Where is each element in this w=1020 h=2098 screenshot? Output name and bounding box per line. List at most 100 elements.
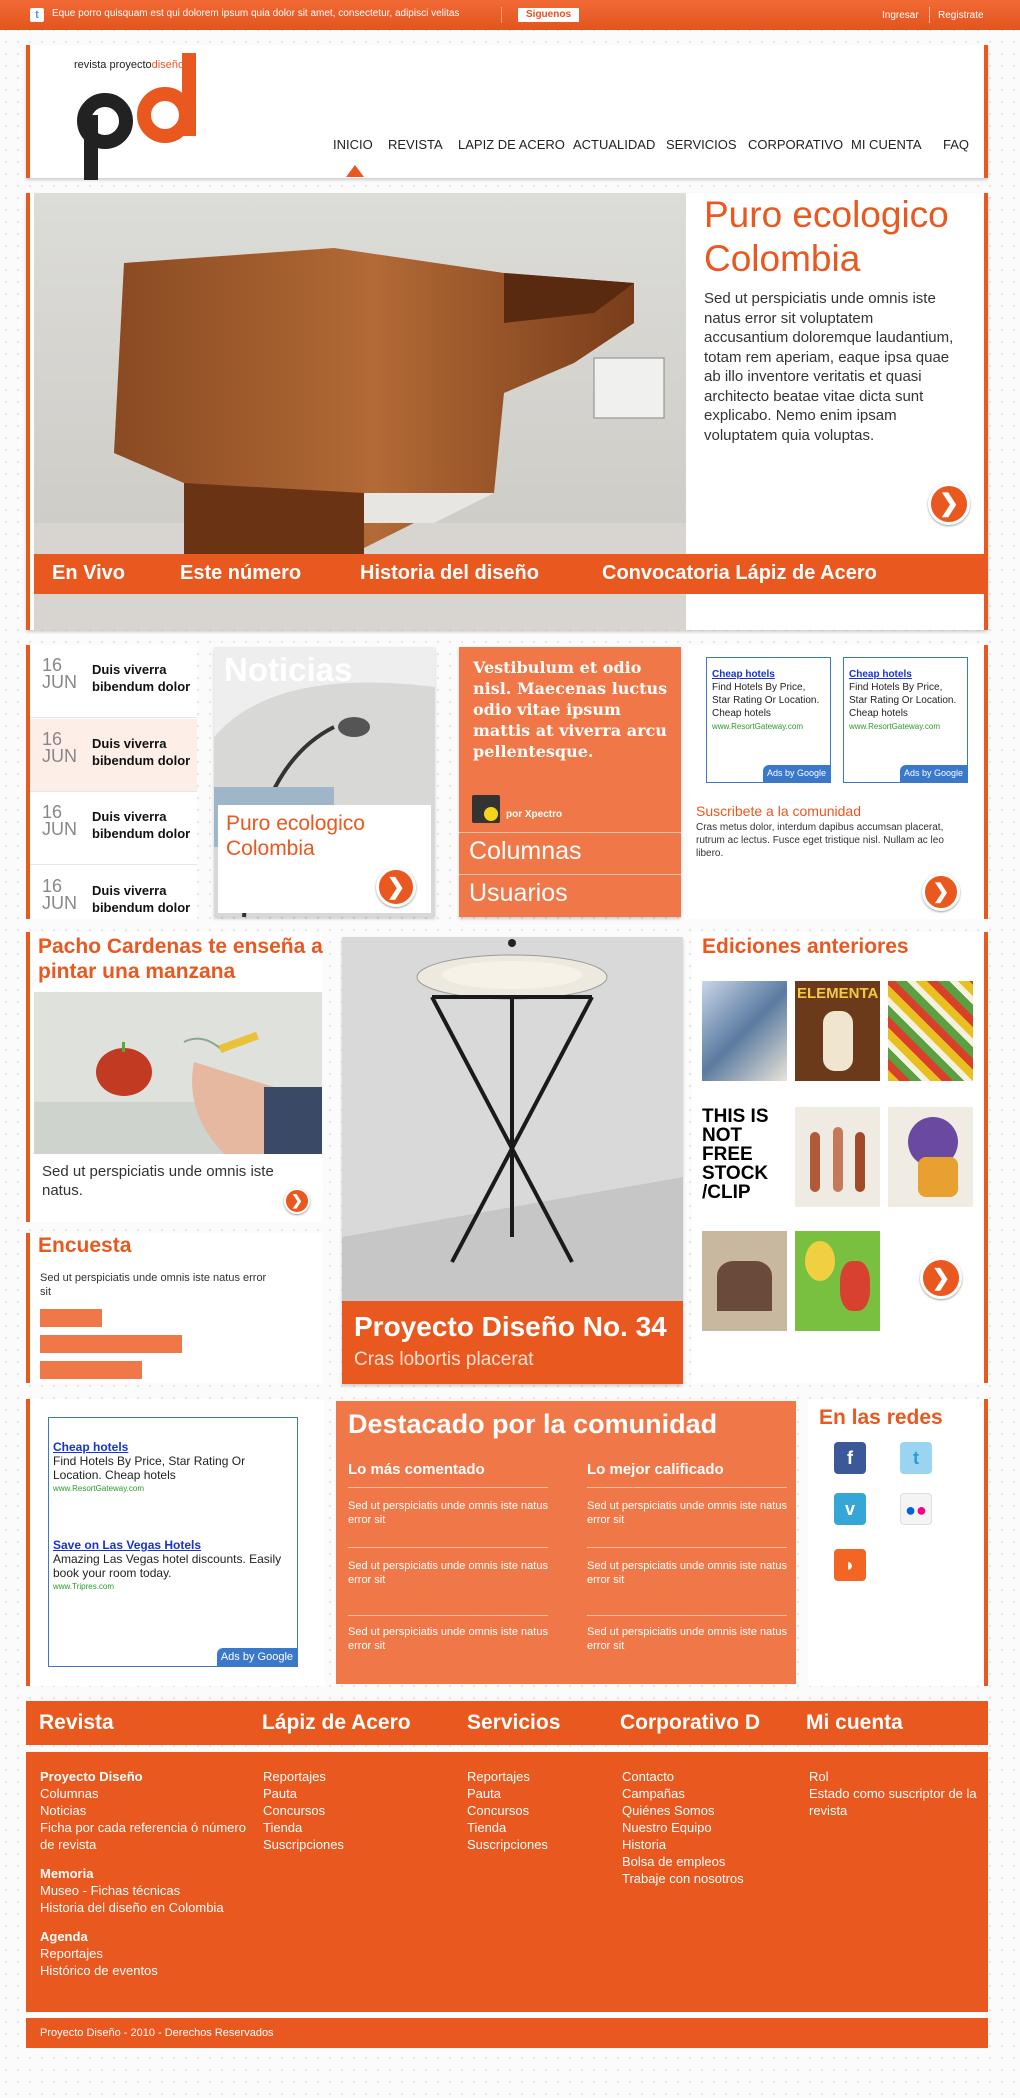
list-item[interactable]: 16 JUN Duis viverra bibendum dolor xyxy=(30,792,197,865)
edition-thumb[interactable] xyxy=(795,1231,880,1331)
footer-heading[interactable]: Corporativo D xyxy=(620,1711,760,1735)
footer-link[interactable]: Estado como suscriptor de la revista xyxy=(809,1785,979,1819)
nav-mi-cuenta[interactable]: MI CUENTA xyxy=(851,137,922,152)
ad-box[interactable]: Cheap hotels Find Hotels By Price, Star … xyxy=(843,657,968,783)
footer-link[interactable]: Reportajes xyxy=(263,1768,443,1785)
footer-link[interactable]: Histórico de eventos xyxy=(40,1962,255,1979)
destacado-item[interactable]: Sed ut perspiciatis unde omnis iste natu… xyxy=(587,1625,787,1653)
edition-thumb[interactable] xyxy=(795,1107,880,1207)
subscribe-button[interactable]: ❯ xyxy=(922,873,960,911)
footer-link[interactable]: Reportajes xyxy=(467,1768,607,1785)
footer-heading[interactable]: Lápiz de Acero xyxy=(262,1711,411,1735)
nav-faq[interactable]: FAQ xyxy=(943,137,969,152)
footer-link[interactable]: Tienda xyxy=(467,1819,607,1836)
footer-link[interactable]: Noticias xyxy=(40,1802,255,1819)
poll-bar[interactable] xyxy=(40,1361,142,1379)
poll-bar[interactable] xyxy=(40,1309,102,1327)
destacado-item[interactable]: Sed ut perspiciatis unde omnis iste natu… xyxy=(587,1559,787,1587)
ad-box[interactable]: Cheap hotels Find Hotels By Price, Star … xyxy=(48,1417,298,1667)
usuarios-link[interactable]: Usuarios xyxy=(469,879,568,908)
ediciones-title[interactable]: Ediciones anteriores xyxy=(702,934,909,959)
facebook-icon[interactable]: f xyxy=(834,1442,866,1474)
footer-link[interactable]: Historia xyxy=(622,1836,802,1853)
tab-convocatoria[interactable]: Convocatoria Lápiz de Acero xyxy=(602,562,877,585)
issue-card[interactable]: Proyecto Diseño No. 34 Cras lobortis pla… xyxy=(342,937,683,1384)
footer-heading[interactable]: Revista xyxy=(39,1711,114,1735)
footer-link[interactable]: Bolsa de empleos xyxy=(622,1853,802,1870)
hero-next-button[interactable]: ❯ xyxy=(928,483,970,525)
tab-historia-del-diseno[interactable]: Historia del diseño xyxy=(360,562,539,585)
footer-link[interactable]: Quiénes Somos xyxy=(622,1802,802,1819)
destacado-item[interactable]: Sed ut perspiciatis unde omnis iste natu… xyxy=(587,1499,787,1527)
nav-corporativo[interactable]: CORPORATIVO xyxy=(748,137,843,152)
edition-thumb[interactable] xyxy=(888,981,973,1081)
quote-author[interactable]: por Xpectro xyxy=(506,809,562,820)
ads-by-google[interactable]: Ads by Google xyxy=(216,1648,297,1666)
edition-thumb[interactable] xyxy=(702,981,787,1081)
vimeo-icon[interactable]: v xyxy=(834,1493,866,1525)
poll-bar[interactable] xyxy=(40,1335,182,1353)
footer-link[interactable]: Trabaje con nosotros xyxy=(622,1870,802,1887)
destacado-item[interactable]: Sed ut perspiciatis unde omnis iste natu… xyxy=(348,1499,548,1527)
nav-actualidad[interactable]: ACTUALIDAD xyxy=(573,137,655,152)
noticias-caption[interactable]: Puro ecologico Colombia xyxy=(226,811,376,861)
nav-lapiz-de-acero[interactable]: LAPIZ DE ACERO xyxy=(458,137,565,152)
nav-inicio[interactable]: INICIO xyxy=(333,137,373,152)
issue-title[interactable]: Proyecto Diseño No. 34 xyxy=(354,1311,667,1343)
subscribe-title[interactable]: Suscribete a la comunidad xyxy=(696,803,861,819)
ediciones-next-button[interactable]: ❯ xyxy=(920,1257,962,1299)
tab-en-vivo[interactable]: En Vivo xyxy=(52,562,125,585)
register-link[interactable]: Registrate xyxy=(938,10,984,21)
login-link[interactable]: Ingresar xyxy=(882,10,919,21)
tutorial-next-button[interactable]: ❯ xyxy=(284,1188,310,1214)
pd-logo[interactable] xyxy=(70,53,210,183)
footer-link[interactable]: Agenda xyxy=(40,1928,255,1945)
footer-heading[interactable]: Servicios xyxy=(467,1711,560,1735)
footer-link[interactable]: Pauta xyxy=(467,1785,607,1802)
ad-title[interactable]: Cheap hotels xyxy=(53,1440,128,1454)
destacado-item[interactable]: Sed ut perspiciatis unde omnis iste natu… xyxy=(348,1625,548,1653)
edition-thumb[interactable] xyxy=(888,1107,973,1207)
ad-title[interactable]: Save on Las Vegas Hotels xyxy=(53,1538,201,1552)
edition-thumb[interactable]: ELEMENTA xyxy=(795,981,880,1081)
list-item[interactable]: 16 JUN Duis viverra bibendum dolor xyxy=(30,719,197,792)
footer-link[interactable]: Contacto xyxy=(622,1768,802,1785)
flickr-icon[interactable]: ●● xyxy=(900,1493,932,1525)
destacado-item[interactable]: Sed ut perspiciatis unde omnis iste natu… xyxy=(348,1559,548,1587)
follow-button[interactable]: Siguenos xyxy=(518,8,580,22)
footer-link[interactable]: Reportajes xyxy=(40,1945,255,1962)
noticias-card[interactable]: Noticias Puro ecologico Colombia ❯ xyxy=(214,647,435,917)
twitter-icon[interactable]: t xyxy=(30,8,44,22)
ads-by-google[interactable]: Ads by Google xyxy=(762,765,830,782)
footer-link[interactable]: Museo - Fichas técnicas xyxy=(40,1882,255,1899)
edition-thumb[interactable]: THIS IS NOT FREE STOCK /CLIP xyxy=(702,1107,787,1207)
footer-link[interactable]: Ficha por cada referencia ó número de re… xyxy=(40,1819,255,1853)
footer-link[interactable]: Columnas xyxy=(40,1785,255,1802)
footer-heading[interactable]: Mi cuenta xyxy=(806,1711,903,1735)
footer-link[interactable]: Suscripciones xyxy=(467,1836,607,1853)
ad-title[interactable]: Cheap hotels xyxy=(849,669,912,680)
nav-servicios[interactable]: SERVICIOS xyxy=(666,137,737,152)
nav-revista[interactable]: REVISTA xyxy=(388,137,443,152)
footer-link[interactable]: Tienda xyxy=(263,1819,443,1836)
footer-link[interactable]: Proyecto Diseño xyxy=(40,1768,255,1785)
columnas-link[interactable]: Columnas xyxy=(469,837,582,866)
list-item[interactable]: 16 JUN Duis viverra bibendum dolor xyxy=(30,866,197,939)
tutorial-image[interactable] xyxy=(34,992,322,1154)
tab-este-numero[interactable]: Este número xyxy=(180,562,301,585)
ad-title[interactable]: Cheap hotels xyxy=(712,669,775,680)
footer-link[interactable]: Memoria xyxy=(40,1865,255,1882)
footer-link[interactable]: Nuestro Equipo xyxy=(622,1819,802,1836)
edition-thumb[interactable] xyxy=(702,1231,787,1331)
footer-link[interactable]: Campañas xyxy=(622,1785,802,1802)
list-item[interactable]: 16 JUN Duis viverra bibendum dolor xyxy=(30,645,197,718)
tutorial-title[interactable]: Pacho Cardenas te enseña a pintar una ma… xyxy=(38,934,323,984)
footer-link[interactable]: Concursos xyxy=(467,1802,607,1819)
footer-link[interactable]: Suscripciones xyxy=(263,1836,443,1853)
twitter-icon[interactable]: t xyxy=(900,1442,932,1474)
footer-link[interactable]: Historia del diseño en Colombia xyxy=(40,1899,255,1916)
footer-link[interactable]: Concursos xyxy=(263,1802,443,1819)
noticias-next-button[interactable]: ❯ xyxy=(376,867,416,907)
footer-link[interactable]: Rol xyxy=(809,1768,979,1785)
rss-icon[interactable]: ◗ xyxy=(834,1549,866,1581)
